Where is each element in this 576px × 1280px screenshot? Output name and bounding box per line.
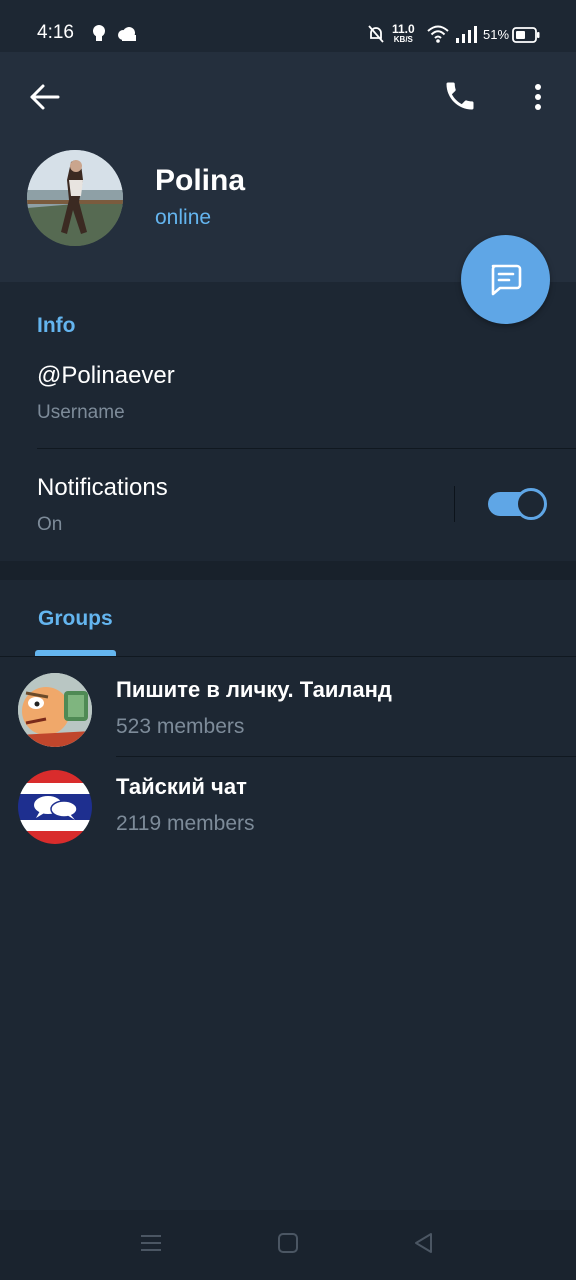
notifications-toggle[interactable] (488, 488, 547, 520)
list-item[interactable]: Пишите в личку. Таиланд 523 members (0, 659, 576, 755)
battery-icon (512, 27, 540, 43)
speed-unit: KB/S (393, 35, 413, 44)
toggle-knob (515, 488, 547, 520)
info-title: Info (37, 314, 76, 337)
bell-off-icon (368, 25, 384, 43)
vertical-separator (454, 486, 455, 522)
message-button[interactable] (461, 235, 550, 324)
profile-name: Polina (155, 164, 246, 197)
battery-percent: 51% (483, 27, 510, 42)
username-label: Username (37, 402, 125, 423)
tab-divider (0, 656, 576, 657)
group-avatar-image (18, 673, 92, 747)
speed-value: 11.0 (392, 22, 415, 36)
wifi-icon (427, 25, 449, 43)
message-icon (491, 264, 522, 296)
recent-apps-icon[interactable] (140, 1232, 162, 1254)
speed-readout: 11.0 KB/S (392, 23, 415, 44)
thai-flag-image (18, 770, 92, 844)
group-members: 2119 members (116, 812, 255, 835)
home-icon[interactable] (277, 1232, 299, 1254)
divider (37, 448, 576, 449)
notifications-value: On (37, 514, 63, 535)
cloud-icon (118, 27, 136, 41)
back-arrow-icon[interactable] (28, 80, 62, 114)
group-name: Тайский чат (116, 774, 247, 799)
status-bar: 4:16 11.0 KB/S 51% (0, 0, 576, 52)
group-members: 523 members (116, 715, 245, 738)
group-name: Пишите в личку. Таиланд (116, 677, 392, 702)
group-avatar (18, 770, 92, 844)
username-value[interactable]: @Polinaever (37, 362, 175, 390)
system-nav-bar (0, 1210, 576, 1280)
back-nav-icon[interactable] (413, 1232, 435, 1254)
signal-icon (456, 26, 477, 43)
phone-icon[interactable] (442, 78, 478, 114)
avatar[interactable] (27, 150, 123, 246)
group-avatar (18, 673, 92, 747)
online-status: online (155, 206, 212, 229)
section-gap (0, 561, 576, 580)
avatar-photo (27, 150, 123, 246)
tab-groups[interactable]: Groups (38, 607, 113, 631)
status-time: 4:16 (37, 22, 74, 43)
list-item[interactable]: Тайский чат 2119 members (0, 756, 576, 852)
notifications-title[interactable]: Notifications (37, 474, 168, 502)
more-vertical-icon[interactable] (526, 80, 550, 114)
bulb-icon (93, 25, 105, 41)
